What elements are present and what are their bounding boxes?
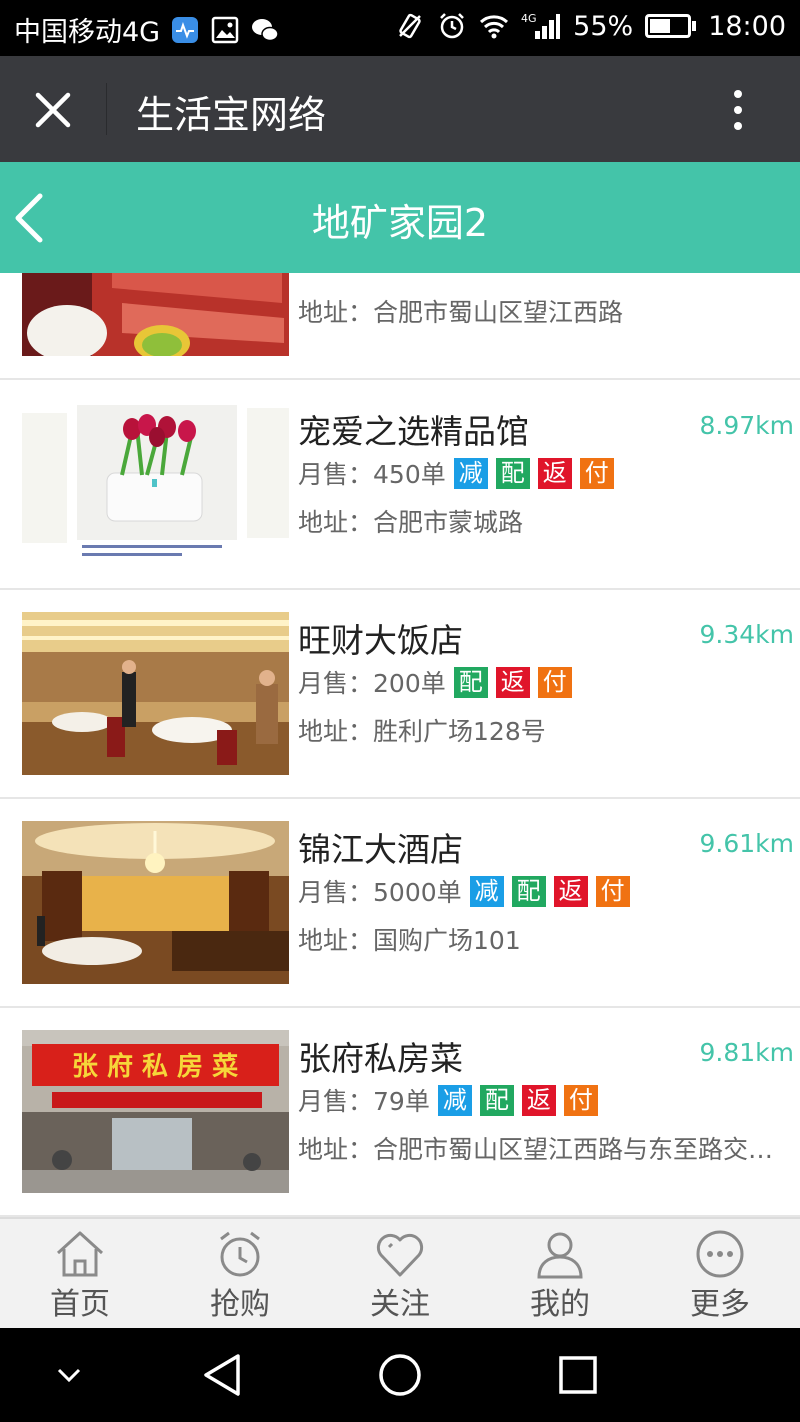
store-distance: 9.34km — [699, 620, 795, 649]
store-sales: 月售：450单 减 配 返 付 — [298, 455, 614, 491]
list-item[interactable]: 旺财大饭店 9.34km 月售：200单 配 返 付 地址：胜利广场128号 — [0, 590, 800, 799]
tab-flash-sale[interactable]: 抢购 — [160, 1219, 320, 1328]
online-pay-badge: 付 — [537, 666, 572, 698]
tab-label: 更多 — [690, 1287, 750, 1322]
store-list[interactable]: 地址：合肥市蜀山区望江西路 宠爱之选精品馆 8.97km 月售：450单 减 配… — [0, 273, 800, 1217]
clock-time: 18:00 — [708, 10, 786, 42]
cashback-badge: 返 — [537, 457, 572, 489]
store-distance: 9.61km — [699, 829, 795, 858]
store-sales: 月售：200单 配 返 付 — [298, 664, 572, 700]
delivery-badge: 配 — [453, 666, 488, 698]
list-item[interactable]: 地址：合肥市蜀山区望江西路 — [0, 273, 800, 380]
home-circle-icon[interactable] — [375, 1350, 425, 1400]
store-address: 地址：胜利广场128号 — [298, 717, 546, 746]
store-distance: 8.97km — [699, 411, 795, 440]
store-sales: 月售：5000单 减 配 返 付 — [298, 873, 630, 909]
svg-text:4G: 4G — [521, 12, 537, 25]
store-sales: 月售：79单 减 配 返 付 — [298, 1082, 598, 1118]
list-item[interactable]: 张 府 私 房 菜 张府私房菜 9.81km 月售：79单 减 配 返 付 地址… — [0, 1008, 800, 1217]
recents-square-icon[interactable] — [553, 1350, 603, 1400]
home-icon — [56, 1231, 104, 1277]
vibrate-icon — [395, 10, 425, 42]
status-bar: 中国移动4G 4G 55% 18:00 — [0, 0, 800, 56]
tab-mine[interactable]: 我的 — [480, 1219, 640, 1328]
store-thumbnail — [22, 612, 289, 775]
store-address: 地址：合肥市蜀山区望江西路与东至路交… — [298, 1135, 774, 1164]
store-thumbnail: 张 府 私 房 菜 — [22, 1030, 289, 1193]
heart-icon — [376, 1233, 424, 1277]
online-pay-badge: 付 — [595, 875, 630, 907]
store-header: 地矿家园2 — [0, 162, 800, 273]
close-icon[interactable] — [28, 85, 78, 135]
cashback-badge: 返 — [553, 875, 588, 907]
image-icon — [210, 14, 240, 46]
tab-favorites[interactable]: 关注 — [320, 1219, 480, 1328]
screen: 中国移动4G 4G 55% 18:00 生活宝网络 地矿家园2 地址：合肥市蜀山… — [0, 0, 800, 1422]
wifi-icon — [479, 10, 509, 42]
tab-label: 我的 — [530, 1287, 590, 1322]
tab-home[interactable]: 首页 — [0, 1219, 160, 1328]
alarm-icon — [437, 10, 467, 42]
store-thumbnail — [22, 403, 289, 566]
store-name: 锦江大酒店 — [298, 830, 463, 869]
user-icon — [537, 1232, 583, 1279]
discount-badge: 减 — [469, 875, 504, 907]
battery-icon — [645, 14, 697, 38]
store-name: 张府私房菜 — [298, 1039, 463, 1078]
more-vertical-icon[interactable] — [716, 86, 760, 134]
bottom-tab-bar: 首页 抢购 关注 我的 更多 — [0, 1217, 800, 1328]
tab-more[interactable]: 更多 — [640, 1219, 800, 1328]
wechat-icon — [250, 14, 280, 46]
webview-title-bar: 生活宝网络 — [0, 56, 800, 162]
chevron-down-icon[interactable] — [44, 1350, 94, 1400]
system-nav-bar — [0, 1328, 800, 1422]
battery-percent: 55% — [573, 10, 634, 42]
alarm-clock-icon — [220, 1231, 260, 1277]
delivery-badge: 配 — [511, 875, 546, 907]
store-thumbnail — [22, 273, 289, 356]
discount-badge: 减 — [437, 1084, 472, 1116]
back-triangle-icon[interactable] — [198, 1350, 248, 1400]
tab-label: 抢购 — [210, 1287, 270, 1322]
discount-badge: 减 — [453, 457, 488, 489]
shop-sign: 张 府 私 房 菜 — [72, 1051, 238, 1082]
store-name: 宠爱之选精品馆 — [298, 412, 529, 451]
store-distance: 9.81km — [699, 1038, 795, 1067]
delivery-badge: 配 — [495, 457, 530, 489]
title-divider — [106, 83, 107, 135]
online-pay-badge: 付 — [579, 457, 614, 489]
carrier-label: 中国移动4G — [14, 17, 161, 48]
store-address: 地址：合肥市蜀山区望江西路 — [298, 298, 624, 327]
cashback-badge: 返 — [495, 666, 530, 698]
store-thumbnail — [22, 821, 289, 984]
store-address: 地址：国购广场101 — [298, 926, 521, 955]
tab-label: 关注 — [370, 1287, 430, 1322]
header-title: 地矿家园2 — [311, 201, 489, 245]
page-title: 生活宝网络 — [136, 93, 327, 137]
signal-4g-icon: 4G — [521, 10, 561, 42]
list-item[interactable]: 锦江大酒店 9.61km 月售：5000单 减 配 返 付 地址：国购广场101 — [0, 799, 800, 1008]
store-name: 旺财大饭店 — [298, 621, 463, 660]
online-pay-badge: 付 — [563, 1084, 598, 1116]
cashback-badge: 返 — [521, 1084, 556, 1116]
store-address: 地址：合肥市蒙城路 — [298, 508, 524, 537]
list-item[interactable]: 宠爱之选精品馆 8.97km 月售：450单 减 配 返 付 地址：合肥市蒙城路 — [0, 381, 800, 590]
more-horizontal-icon — [696, 1230, 744, 1278]
tab-label: 首页 — [50, 1287, 110, 1322]
health-icon — [170, 14, 200, 46]
delivery-badge: 配 — [479, 1084, 514, 1116]
